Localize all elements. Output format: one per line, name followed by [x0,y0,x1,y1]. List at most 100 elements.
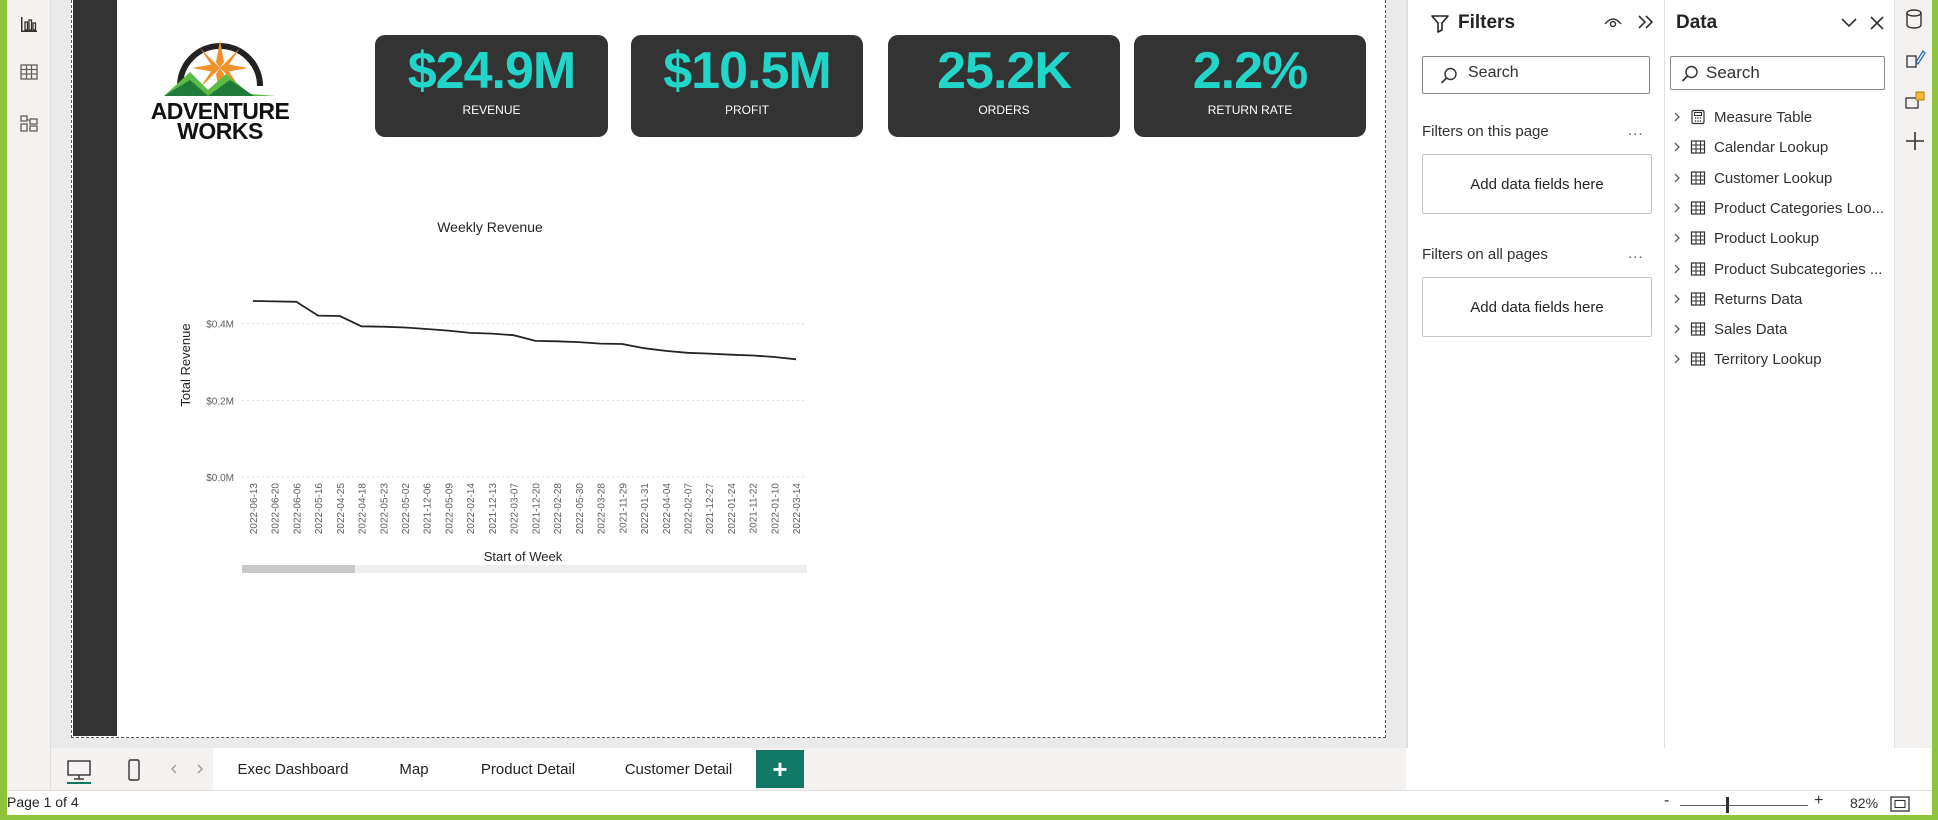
chevron-right-icon[interactable] [1672,322,1682,336]
chevron-left-icon[interactable] [168,762,180,776]
table-icon [1690,322,1706,336]
y-tick-label: $0.2M [206,396,234,407]
data-table-item[interactable]: Product Categories Loo... [1672,198,1892,222]
logo-text-line2: WORKS [177,118,263,144]
x-tick-label: 2022-02-28 [553,483,564,535]
x-tick-label: 2021-12-06 [423,483,434,535]
close-icon[interactable] [1868,14,1886,32]
table-view-icon[interactable] [15,58,43,86]
chevron-right-icon[interactable] [1672,352,1682,366]
page-count: Page 1 of 4 [7,794,79,810]
table-icon [1690,201,1706,215]
table-icon [1690,261,1706,276]
tab-customer-detail[interactable]: Customer Detail [601,748,757,790]
eye-icon[interactable] [1603,14,1623,30]
x-tick-label: 2022-05-02 [401,483,412,535]
data-table-item[interactable]: Returns Data [1672,289,1892,313]
x-tick-label: 2022-06-06 [292,483,303,535]
x-tick-label: 2022-03-28 [597,483,608,535]
x-tick-label: 2021-12-13 [488,483,499,535]
weekly-revenue-chart[interactable]: $0.0M $0.2M $0.4M 2022-06-13 2022-06-20 2022… [170,255,820,575]
data-table-item[interactable]: Product Subcategories ... [1672,259,1892,283]
x-tick-label: 2022-05-30 [575,483,586,535]
chevron-right-icon[interactable] [1672,171,1682,185]
zoom-out-button[interactable]: - [1664,792,1669,810]
data-search-input[interactable] [1670,56,1885,90]
add-icon[interactable] [1904,130,1926,152]
data-table-name: Product Lookup [1714,230,1820,248]
x-tick-label: 2022-01-24 [727,483,738,535]
table-icon [1690,170,1706,185]
x-tick-label: 2022-02-14 [466,483,477,535]
data-table-item[interactable]: Product Lookup [1672,228,1892,252]
data-table-item[interactable]: Territory Lookup [1672,349,1892,373]
page-filter-drop-zone[interactable]: Add data fields here [1422,154,1652,214]
mobile-layout-icon[interactable] [124,758,144,782]
y-tick-label: $0.4M [206,320,234,331]
add-page-button[interactable]: + [756,750,804,788]
chevron-right-icon[interactable] [1672,110,1682,124]
desktop-layout-icon[interactable] [64,758,94,784]
chevron-right-icon[interactable] [194,762,206,776]
tab-bar-spacer [1406,748,1932,790]
filters-pane [1406,0,1664,790]
fit-to-page-icon[interactable] [1890,796,1910,812]
x-tick-label: 2021-11-22 [749,483,760,534]
table-icon [1690,140,1706,154]
search-icon [1681,65,1698,82]
all-pages-filter-drop-zone[interactable]: Add data fields here [1422,277,1652,337]
data-table-item[interactable]: Customer Lookup [1672,168,1892,192]
x-tick-label: 2022-05-09 [444,483,455,535]
kpi-card-revenue[interactable]: $24.9M REVENUE [375,35,608,137]
chart-scrollbar-thumb[interactable] [242,565,355,573]
more-options-icon[interactable]: ... [1628,245,1644,262]
filters-search-placeholder: Search [1468,64,1519,81]
tab-product-detail[interactable]: Product Detail [455,748,602,790]
data-table-item[interactable]: Calendar Lookup [1672,137,1892,161]
chart-title: Weekly Revenue [437,219,543,235]
x-tick-label: 2021-11-29 [618,483,629,534]
kpi-card-return-rate[interactable]: 2.2% RETURN RATE [1134,35,1366,137]
collapse-pane-icon[interactable] [1636,13,1656,31]
data-table-name: Calendar Lookup [1714,139,1829,157]
tab-map[interactable]: Map [373,748,456,790]
model-view-icon[interactable] [15,110,43,138]
data-pane-title: Data [1676,12,1718,33]
kpi-value: $10.5M [663,42,831,100]
zoom-slider-thumb[interactable] [1726,797,1729,813]
data-table-item[interactable]: Sales Data [1672,319,1892,343]
zoom-in-button[interactable]: + [1814,792,1823,810]
data-table-name: Sales Data [1714,321,1788,339]
data-table-item[interactable]: Measure Table [1672,107,1892,131]
more-options-icon[interactable]: ... [1628,122,1644,139]
zoom-slider-track[interactable] [1680,805,1808,806]
visualizations-icon[interactable] [1904,90,1926,112]
kpi-card-orders[interactable]: 25.2K ORDERS [888,35,1120,137]
zoom-percentage: 82% [1850,795,1879,811]
format-visual-icon[interactable] [1904,48,1926,70]
data-table-name: Product Subcategories ... [1714,260,1883,278]
kpi-card-profit[interactable]: $10.5M PROFIT [631,35,863,137]
chevron-right-icon[interactable] [1672,262,1682,276]
view-rail [7,0,51,790]
chevron-right-icon[interactable] [1672,140,1682,154]
data-cylinder-icon[interactable] [1904,8,1924,30]
data-search-placeholder: Search [1706,63,1760,82]
search-icon [1440,67,1457,84]
window-frame-left [0,0,7,820]
revenue-series-line [252,300,797,361]
x-tick-label: 2022-06-13 [249,483,260,535]
x-tick-label: 2022-03-14 [792,483,803,535]
kpi-label: ORDERS [978,103,1030,117]
kpi-value: $24.9M [407,42,576,100]
tab-exec-dashboard[interactable]: Exec Dashboard [213,748,374,793]
chevron-right-icon[interactable] [1672,292,1682,306]
kpi-label: PROFIT [725,103,769,117]
x-tick-label: 2021-12-20 [531,483,542,535]
report-view-icon[interactable] [15,10,43,38]
chevron-right-icon[interactable] [1672,201,1682,215]
y-tick-label: $0.0M [206,473,234,484]
chevron-down-icon[interactable] [1840,16,1858,30]
chevron-right-icon[interactable] [1672,231,1682,245]
x-axis-label: Start of Week [484,549,563,564]
